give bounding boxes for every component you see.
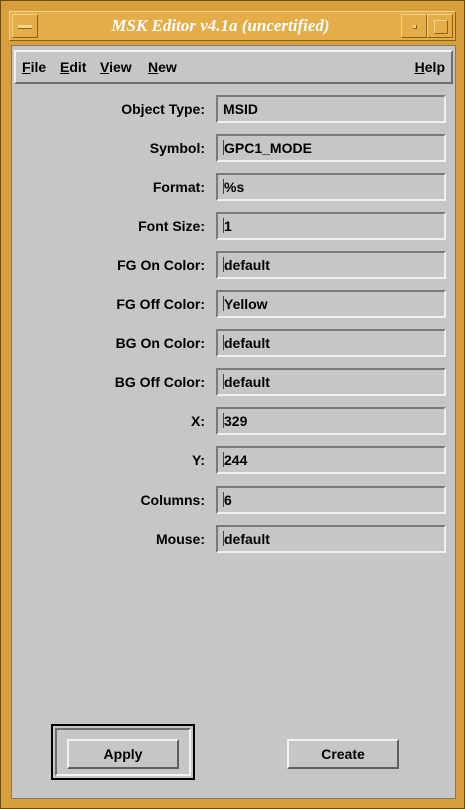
x-row: X: 329: [12, 407, 457, 437]
bg-on-color-row: BG On Color: default: [12, 329, 457, 359]
window-menu-button[interactable]: [12, 14, 38, 38]
bg-on-color-field[interactable]: default: [216, 329, 446, 357]
format-row: Format: %s: [12, 173, 457, 203]
object-type-value: MSID: [223, 101, 258, 117]
create-button[interactable]: Create: [287, 739, 399, 769]
maximize-icon: [434, 20, 448, 34]
symbol-value: GPC1_MODE: [224, 140, 312, 156]
symbol-row: Symbol: GPC1_MODE: [12, 134, 457, 164]
x-field[interactable]: 329: [216, 407, 446, 435]
mouse-field[interactable]: default: [216, 525, 446, 553]
bg-off-color-label: BG Off Color:: [114, 374, 205, 390]
menu-new-label: ew: [158, 59, 177, 75]
columns-field[interactable]: 6: [216, 486, 446, 514]
object-type-label: Object Type:: [121, 101, 205, 117]
font-size-value: 1: [224, 218, 232, 234]
symbol-field[interactable]: GPC1_MODE: [216, 134, 446, 162]
maximize-button[interactable]: [427, 14, 453, 38]
apply-button[interactable]: Apply: [67, 739, 179, 769]
fg-off-color-label: FG Off Color:: [116, 296, 205, 312]
minimize-button[interactable]: [401, 14, 427, 38]
fg-off-color-field[interactable]: Yellow: [216, 290, 446, 318]
msk-editor-window: MSK Editor v4.1a (uncertified) File Edit…: [0, 0, 465, 809]
menu-bar: File Edit View New Help: [14, 50, 453, 84]
fg-on-color-value: default: [224, 257, 270, 273]
bg-on-color-label: BG On Color:: [115, 335, 205, 351]
menu-new-mnemonic: N: [148, 59, 159, 75]
format-label: Format:: [152, 179, 205, 195]
menu-help-label: elp: [424, 59, 445, 75]
symbol-label: Symbol:: [149, 140, 205, 156]
bg-off-color-value: default: [224, 374, 270, 390]
fg-off-color-value: Yellow: [224, 296, 268, 312]
mouse-label: Mouse:: [156, 531, 205, 547]
mouse-value: default: [224, 531, 270, 547]
menu-view-label: iew: [109, 59, 132, 75]
mouse-row: Mouse: default: [12, 525, 457, 555]
y-label: Y:: [192, 452, 205, 468]
editor-panel: File Edit View New Help Object Type: MSI…: [11, 45, 456, 799]
menu-edit-mnemonic: E: [60, 59, 70, 75]
menu-edit[interactable]: Edit: [60, 59, 86, 75]
font-size-field[interactable]: 1: [216, 212, 446, 240]
minimize-icon: [413, 25, 417, 29]
menu-help[interactable]: Help: [415, 59, 445, 75]
columns-row: Columns: 6: [12, 486, 457, 516]
y-row: Y: 244: [12, 446, 457, 476]
x-value: 329: [224, 413, 248, 429]
bg-on-color-value: default: [224, 335, 270, 351]
columns-value: 6: [224, 492, 232, 508]
menu-help-mnemonic: H: [414, 59, 425, 75]
bg-off-color-row: BG Off Color: default: [12, 368, 457, 398]
title-bar[interactable]: MSK Editor v4.1a (uncertified): [9, 11, 456, 41]
menu-file[interactable]: File: [22, 59, 46, 75]
menu-file-mnemonic: F: [22, 59, 31, 75]
fg-on-color-label: FG On Color:: [117, 257, 205, 273]
y-value: 244: [224, 452, 248, 468]
window-menu-icon: [18, 25, 32, 29]
format-value: %s: [224, 179, 245, 195]
menu-file-label: ile: [30, 59, 47, 75]
bg-off-color-field[interactable]: default: [216, 368, 446, 396]
y-field[interactable]: 244: [216, 446, 446, 474]
menu-view[interactable]: View: [100, 59, 132, 75]
columns-label: Columns:: [140, 492, 205, 508]
font-size-row: Font Size: 1: [12, 212, 457, 242]
font-size-label: Font Size:: [138, 218, 205, 234]
object-type-field[interactable]: MSID: [216, 95, 446, 123]
menu-edit-label: dit: [69, 59, 87, 75]
menu-view-mnemonic: V: [100, 59, 110, 75]
format-field[interactable]: %s: [216, 173, 446, 201]
fg-on-color-row: FG On Color: default: [12, 251, 457, 281]
fg-off-color-row: FG Off Color: Yellow: [12, 290, 457, 320]
x-label: X:: [191, 413, 205, 429]
window-title: MSK Editor v4.1a (uncertified): [111, 16, 330, 35]
object-type-row: Object Type: MSID: [12, 95, 457, 125]
fg-on-color-field[interactable]: default: [216, 251, 446, 279]
menu-new[interactable]: New: [148, 59, 177, 75]
